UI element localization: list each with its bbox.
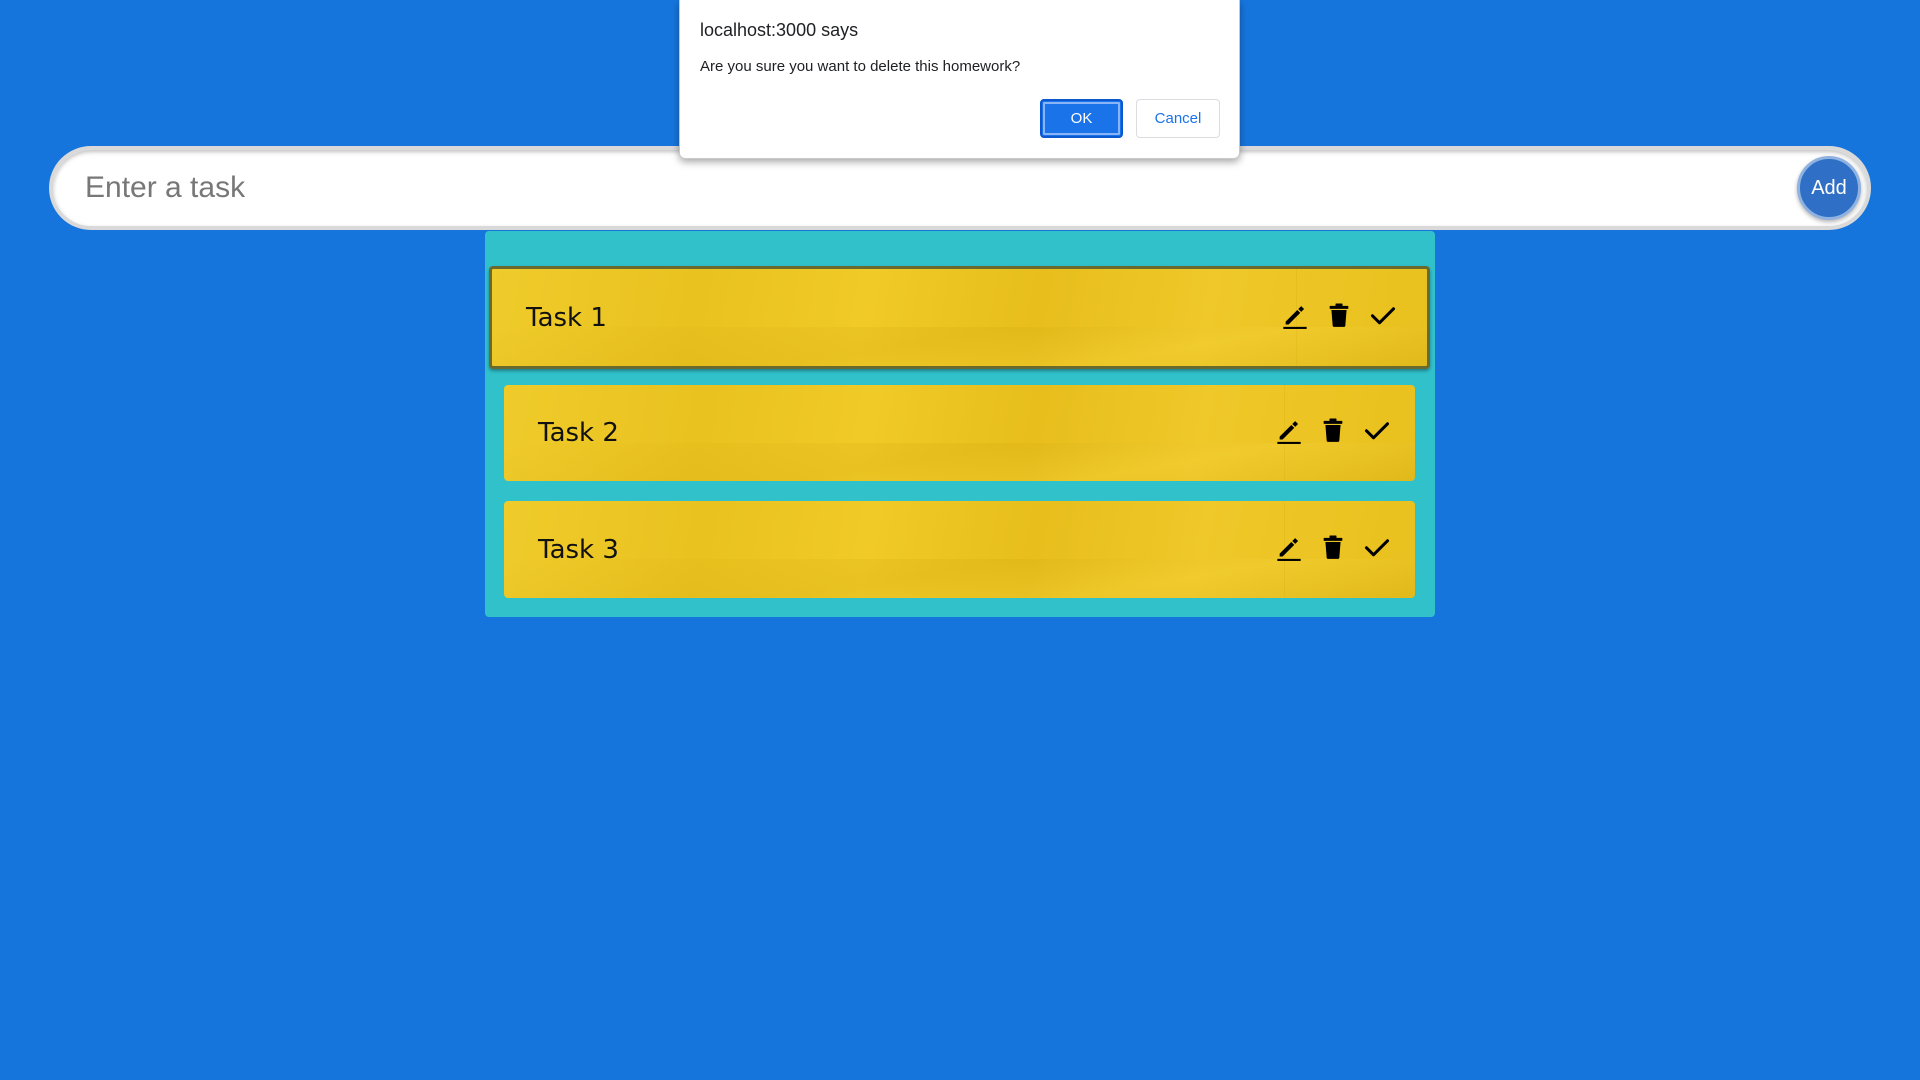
confirm-dialog: localhost:3000 says Are you sure you wan… <box>679 0 1240 159</box>
pencil-icon[interactable] <box>1281 301 1309 329</box>
checkmark-icon[interactable] <box>1363 533 1391 561</box>
trash-icon[interactable] <box>1325 301 1353 329</box>
add-task-button[interactable]: Add <box>1797 156 1861 220</box>
ok-button[interactable]: OK <box>1040 99 1123 138</box>
checkmark-icon[interactable] <box>1363 416 1391 444</box>
pencil-icon[interactable] <box>1275 533 1303 561</box>
dialog-message: Are you sure you want to delete this hom… <box>700 58 1021 75</box>
trash-icon[interactable] <box>1319 416 1347 444</box>
dialog-title: localhost:3000 says <box>700 20 859 40</box>
checkmark-icon[interactable] <box>1369 301 1397 329</box>
cancel-button[interactable]: Cancel <box>1136 99 1220 138</box>
task-actions <box>1281 301 1397 329</box>
trash-icon[interactable] <box>1319 533 1347 561</box>
task-actions <box>1275 416 1391 444</box>
task-label: Task 2 <box>538 418 619 448</box>
pencil-icon[interactable] <box>1275 416 1303 444</box>
task-actions <box>1275 533 1391 561</box>
task-label: Task 3 <box>538 534 619 565</box>
task-card[interactable]: Task 1 <box>489 266 1430 369</box>
task-input[interactable] <box>83 160 1733 216</box>
task-label: Task 1 <box>526 302 607 333</box>
task-card[interactable]: Task 2 <box>504 385 1415 481</box>
task-list-panel: Task 1 Task 2 Task 3 <box>485 231 1435 617</box>
task-card[interactable]: Task 3 <box>504 501 1415 598</box>
